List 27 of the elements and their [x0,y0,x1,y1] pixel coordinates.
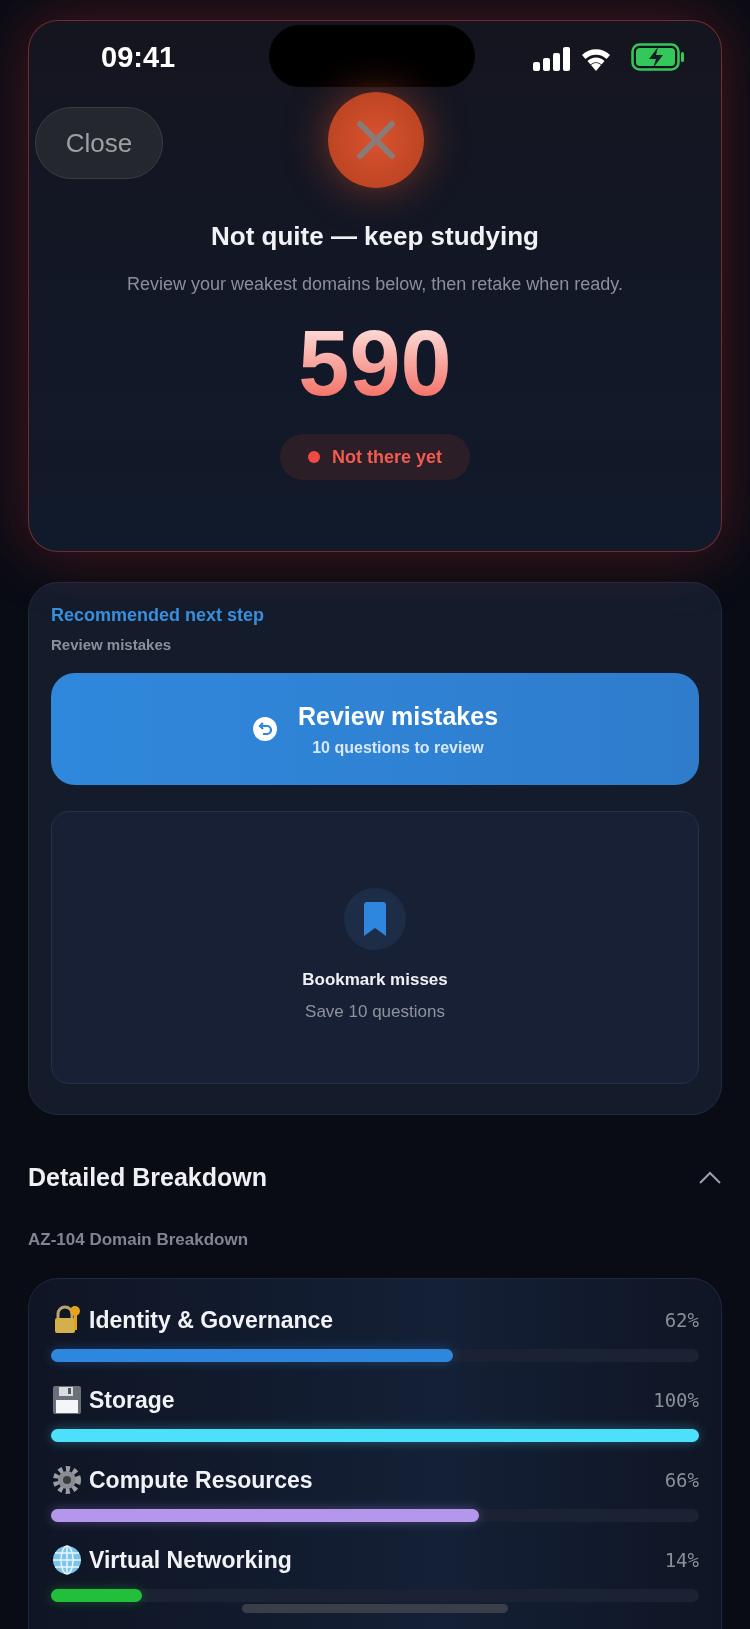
chevron-up-icon[interactable] [698,1170,722,1185]
bookmark-misses-button[interactable]: Bookmark misses Save 10 questions [51,811,699,1084]
battery-charging-icon [631,43,685,71]
domain-name: Compute Resources [89,1466,313,1494]
section-title: Detailed Breakdown [28,1163,267,1192]
breakdown-subtitle: AZ-104 Domain Breakdown [28,1230,250,1250]
section-subheading: Review mistakes [51,636,173,653]
result-title: Not quite — keep studying [211,221,539,252]
close-button[interactable]: Close [35,107,163,179]
status-label: Not there yet [332,446,442,468]
domain-percent: 14% [664,1549,699,1571]
domain-percent: 66% [664,1469,699,1491]
status-time: 09:41 [101,41,176,74]
signal-icon [533,47,571,71]
domain-name: Identity & Governance [89,1306,334,1334]
bookmark-icon [364,902,386,936]
gear-icon [51,1464,83,1496]
domain-percent: 100% [653,1389,699,1411]
result-subtitle: Review your weakest domains below, then retake when ready. [127,274,623,295]
section-heading: Recommended next step [51,605,266,626]
undo-icon [251,716,278,742]
domain-percent: 62% [664,1309,699,1331]
globe-icon [51,1544,83,1576]
status-dot-icon [308,451,320,464]
domain-name: Virtual Networking [89,1546,292,1574]
review-mistakes-button[interactable]: Review mistakes 10 questions to review [51,673,699,785]
domain-name: Storage [89,1386,175,1414]
